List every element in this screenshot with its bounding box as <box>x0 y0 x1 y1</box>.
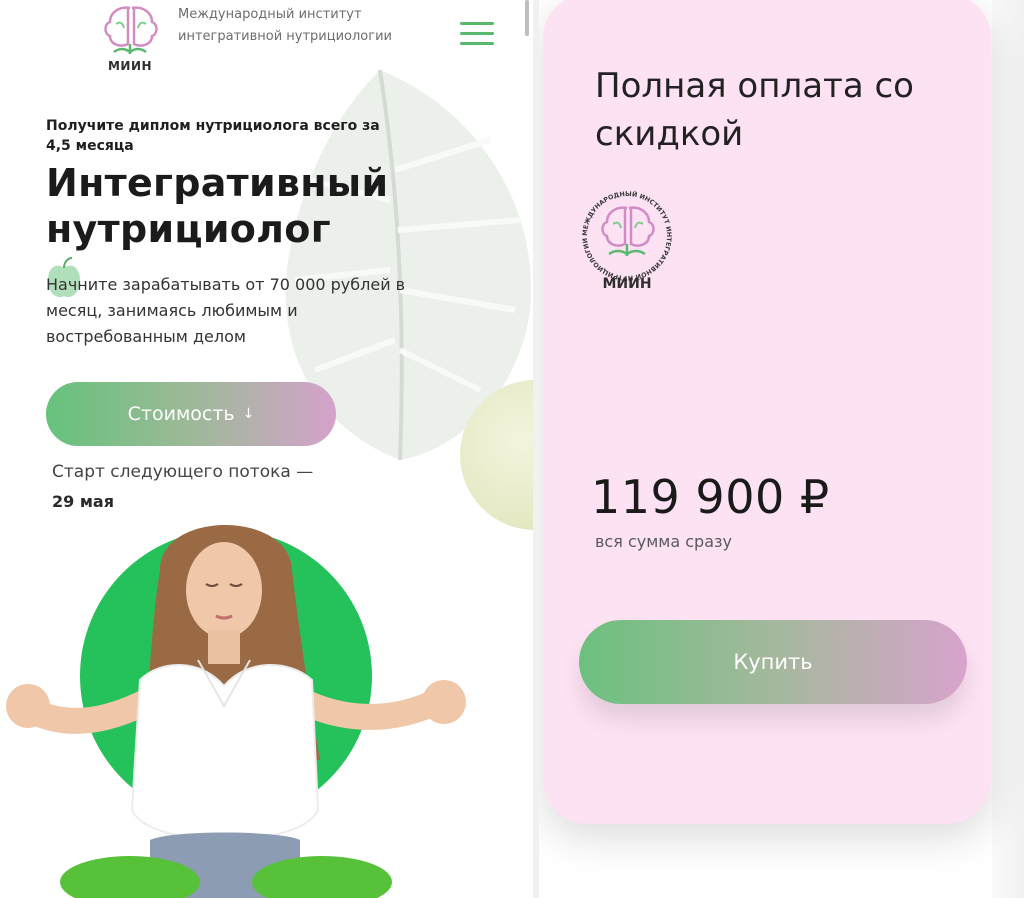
pricing-card: Полная оплата со скидкой МЕЖДУНАРОДНЫЙ И… <box>543 0 991 824</box>
arrow-down-icon: ↓ <box>242 406 255 422</box>
hero-image <box>6 525 466 898</box>
price-note: вся сумма сразу <box>595 532 732 551</box>
next-stream-date: 29 мая <box>52 492 114 511</box>
hero-description: Начните зарабатывать от 70 000 рублей в … <box>46 275 406 346</box>
logo-ring-text: МЕЖДУНАРОДНЫЙ ИНСТИТУТ ИНТЕГРАТИВНОЙ НУТ… <box>581 189 673 282</box>
cost-button-label: Стоимость <box>127 403 235 425</box>
card-logo: МЕЖДУНАРОДНЫЙ ИНСТИТУТ ИНТЕГРАТИВНОЙ НУТ… <box>579 188 675 294</box>
logo-text: МИИН <box>107 59 153 73</box>
logo[interactable]: МИИН <box>94 2 166 76</box>
brain-logo-icon <box>104 6 158 54</box>
org-name: Международный институт интегративной нут… <box>178 7 392 44</box>
hamburger-menu-icon[interactable] <box>460 22 494 46</box>
brain-logo-icon: МЕЖДУНАРОДНЫЙ ИНСТИТУТ ИНТЕГРАТИВНОЙ НУТ… <box>581 189 673 282</box>
page-title: Интегративный нутрициолог <box>46 161 389 251</box>
buy-button[interactable]: Купить <box>579 620 967 704</box>
logo-text: МИИН <box>602 276 652 292</box>
next-stream-label: Старт следующего потока — <box>52 462 314 482</box>
scrollbar[interactable] <box>525 0 529 36</box>
hero-subtitle: Получите диплом нутрициолога всего за 4,… <box>46 118 380 154</box>
price: 119 900 ₽ <box>591 470 830 524</box>
buy-button-label: Купить <box>733 650 813 674</box>
landing-page: МИИН Международный институт интегративно… <box>0 0 533 898</box>
svg-text:МЕЖДУНАРОДНЫЙ ИНСТИТУТ ИНТЕГРА: МЕЖДУНАРОДНЫЙ ИНСТИТУТ ИНТЕГРАТИВНОЙ НУТ… <box>581 189 673 282</box>
cost-button[interactable]: Стоимость ↓ <box>46 382 336 446</box>
panel-shadow <box>992 0 1024 898</box>
pricing-card-title: Полная оплата со скидкой <box>595 66 914 154</box>
pricing-panel: Полная оплата со скидкой МЕЖДУНАРОДНЫЙ И… <box>539 0 1024 898</box>
